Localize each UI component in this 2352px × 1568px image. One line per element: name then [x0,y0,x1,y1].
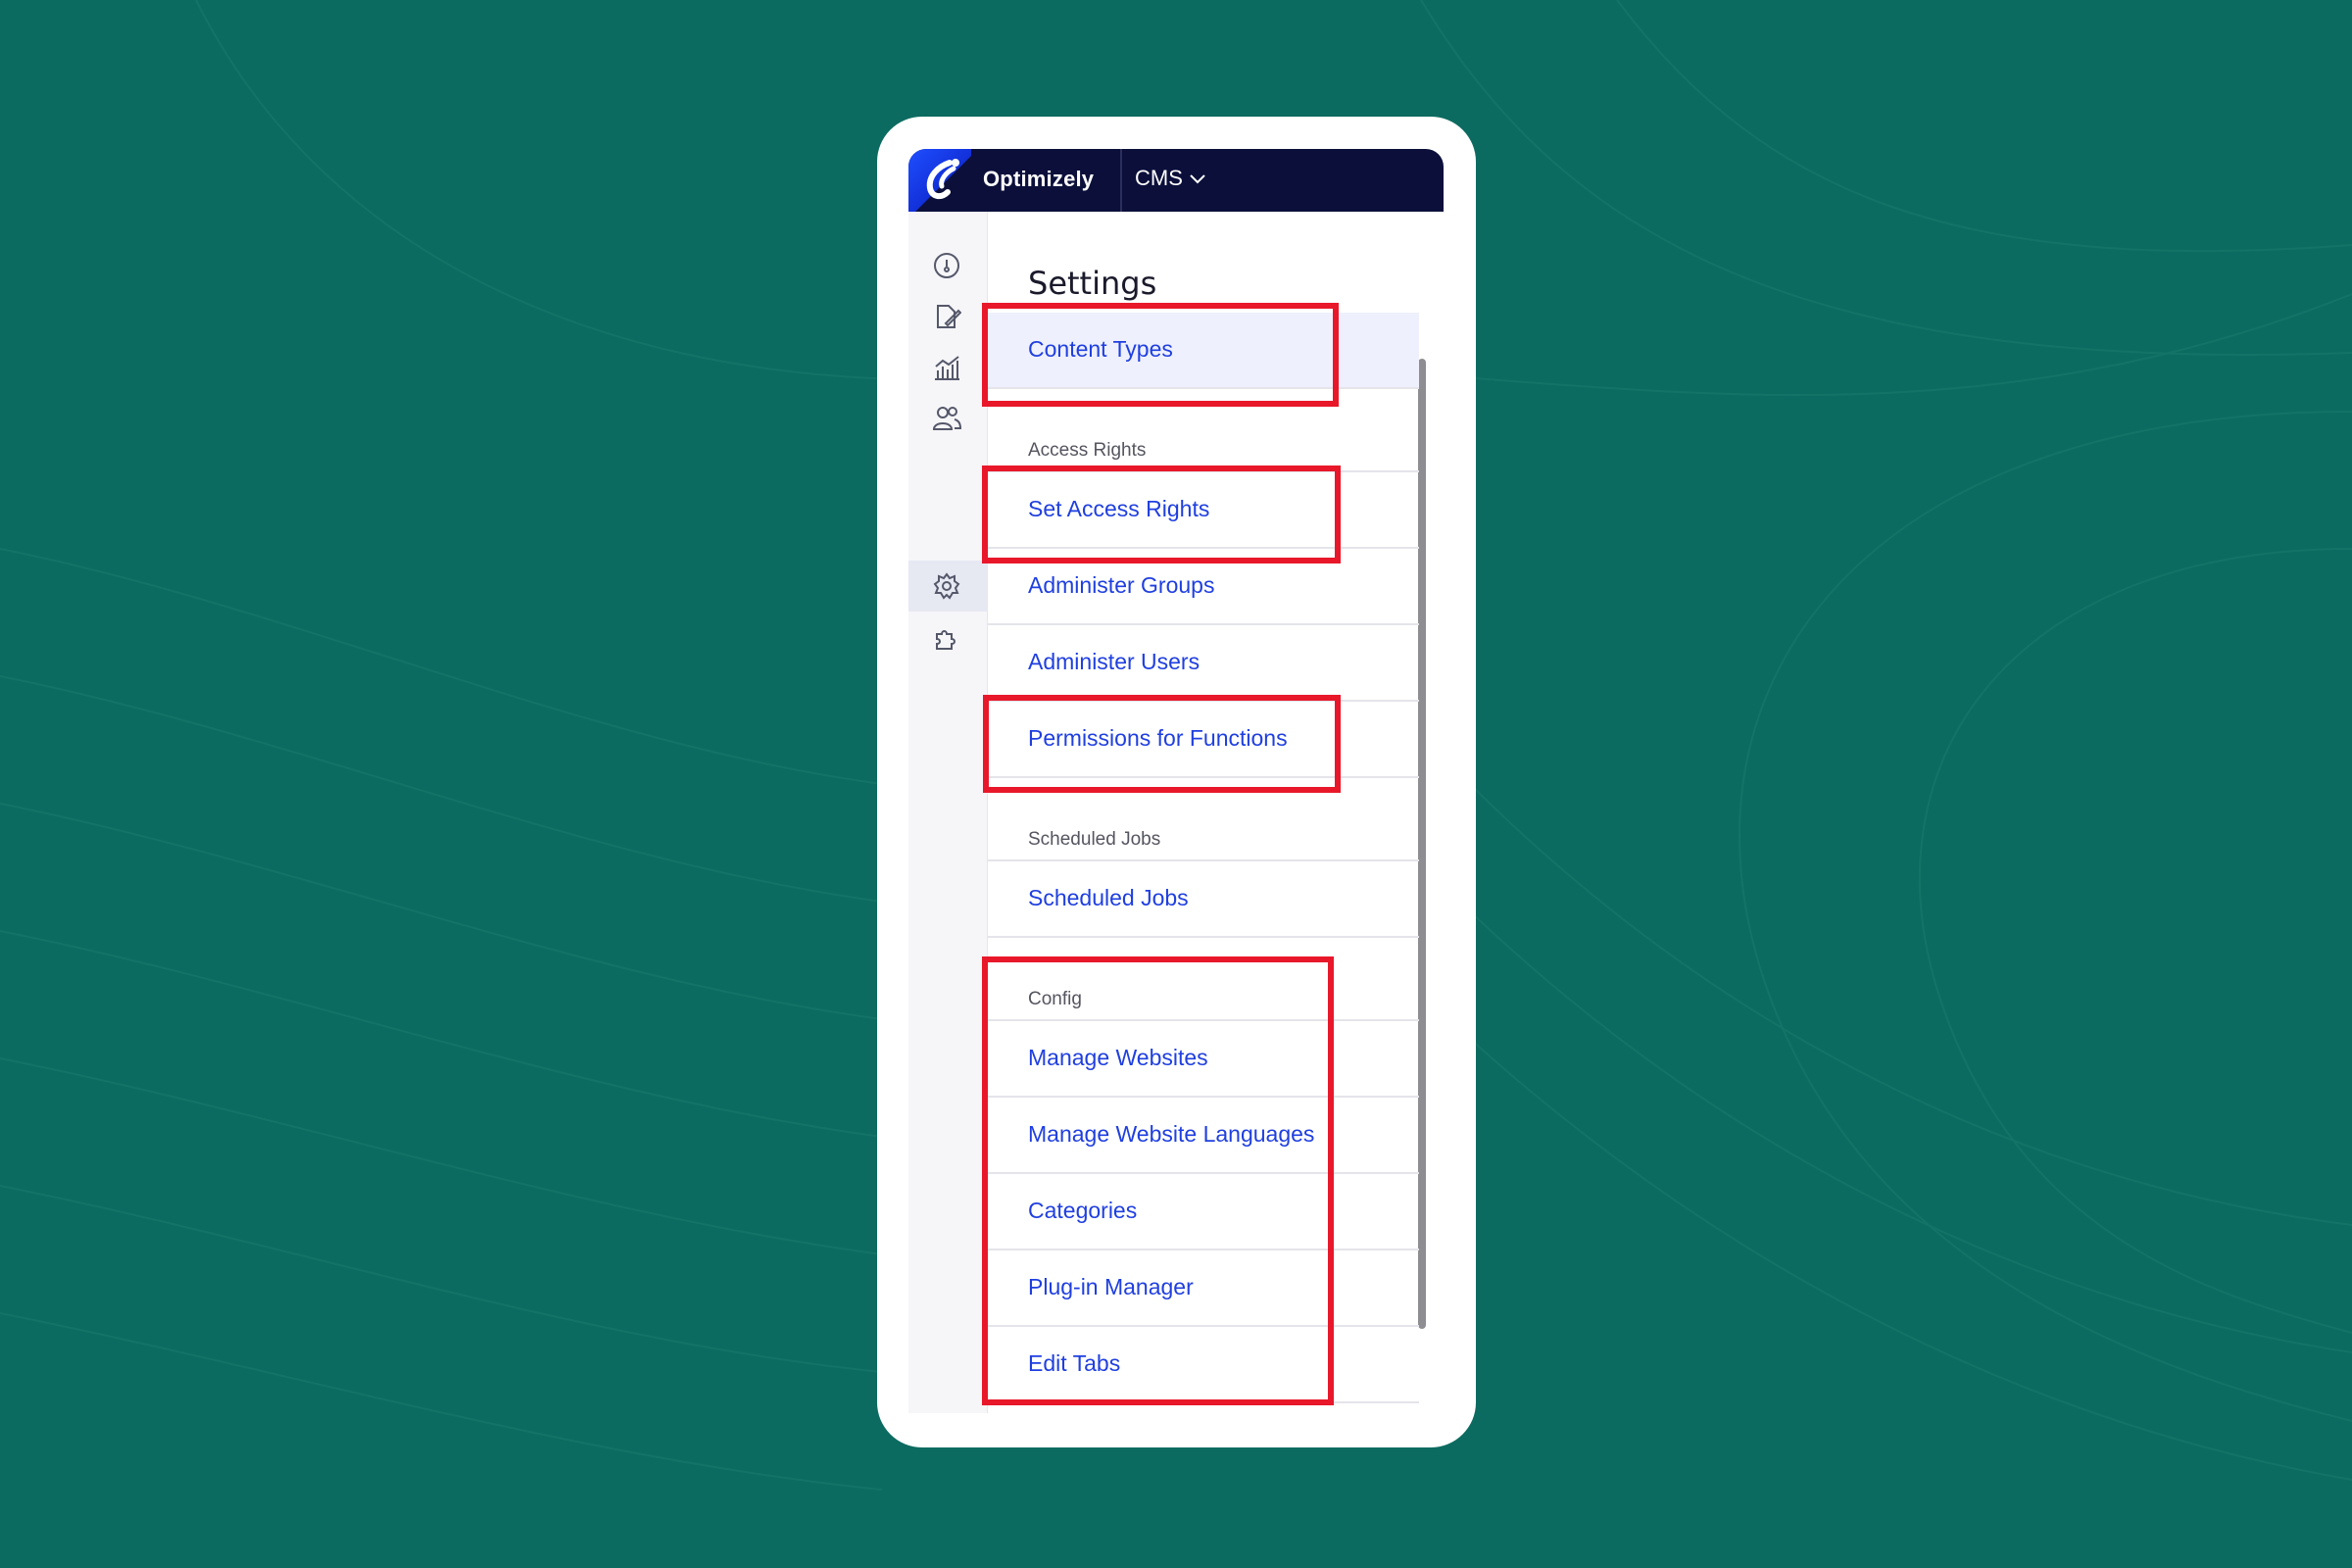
highlight-box-content-types [982,303,1339,407]
section-header-label: Scheduled Jobs [1028,829,1161,850]
menu-item-label: Scheduled Jobs [1028,885,1189,910]
users-icon[interactable] [930,402,963,435]
top-bar: Optimizely CMS [908,149,1444,212]
optimizely-logo-icon[interactable] [908,149,971,212]
section-header-scheduled-jobs: Scheduled Jobs [988,808,1419,861]
product-switcher[interactable]: CMS [1135,166,1206,191]
highlight-box-set-access-rights [982,466,1341,564]
menu-item-scheduled-jobs[interactable]: Scheduled Jobs [988,861,1419,938]
menu-item-label: Administer Groups [1028,572,1215,598]
dashboard-icon[interactable] [930,249,963,282]
brand-name: Optimizely [983,167,1095,191]
addons-icon[interactable] [930,620,963,654]
product-label: CMS [1135,166,1183,190]
topbar-divider [1120,149,1122,212]
menu-item-administer-users[interactable]: Administer Users [988,625,1419,702]
analytics-icon[interactable] [930,351,963,384]
section-header-label: Access Rights [1028,440,1147,461]
highlight-box-config [982,956,1334,1405]
menu-item-label: Administer Users [1028,649,1200,674]
edit-page-icon[interactable] [930,300,963,333]
settings-icon[interactable] [930,569,963,603]
scrollbar[interactable] [1418,359,1426,1329]
highlight-box-permissions [983,695,1341,793]
phone-frame: Optimizely CMS Settings Content Types Ac… [877,117,1476,1447]
page-title: Settings [1028,265,1157,302]
sidebar [908,212,988,1413]
section-header-access-rights: Access Rights [988,418,1419,472]
chevron-down-icon [1190,174,1205,184]
